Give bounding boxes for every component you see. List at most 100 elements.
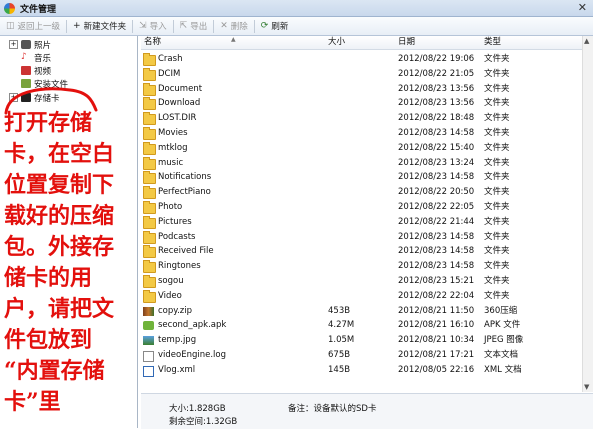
cell-type: 文件夹 bbox=[484, 68, 510, 79]
table-row[interactable]: sogou 2012/08/23 15:21 文件夹 bbox=[141, 274, 582, 289]
tree-item-video[interactable]: 视频 bbox=[9, 64, 51, 77]
tree-item-music[interactable]: ♪ 音乐 bbox=[9, 51, 51, 64]
import-label: 导入 bbox=[149, 22, 167, 32]
table-row[interactable]: music 2012/08/23 13:24 文件夹 bbox=[141, 156, 582, 171]
table-row[interactable]: Received File 2012/08/23 14:58 文件夹 bbox=[141, 244, 582, 259]
table-row[interactable]: PerfectPiano 2012/08/22 20:50 文件夹 bbox=[141, 185, 582, 200]
cell-type: 文件夹 bbox=[484, 246, 510, 257]
music-icon: ♪ bbox=[21, 52, 27, 62]
table-row[interactable]: Video 2012/08/22 22:04 文件夹 bbox=[141, 289, 582, 304]
folder-icon bbox=[143, 82, 156, 96]
folder-icon bbox=[143, 260, 156, 274]
cell-type: 文件夹 bbox=[484, 142, 510, 153]
column-header-size[interactable]: 大小 bbox=[328, 36, 345, 49]
cell-date: 2012/08/23 14:58 bbox=[398, 128, 475, 138]
xml-icon bbox=[143, 365, 154, 377]
cell-size: 145B bbox=[328, 364, 351, 375]
table-row[interactable]: DCIM 2012/08/22 21:05 文件夹 bbox=[141, 67, 582, 82]
cell-name: temp.jpg bbox=[158, 335, 197, 346]
table-row[interactable]: Ringtones 2012/08/23 14:58 文件夹 bbox=[141, 259, 582, 274]
import-button[interactable]: ⇲ 导入 bbox=[133, 18, 173, 34]
cell-date: 2012/08/23 13:56 bbox=[398, 98, 475, 109]
cell-date: 2012/08/21 17:21 bbox=[398, 350, 475, 360]
cell-type: 文件夹 bbox=[484, 231, 510, 242]
cell-type: 文件夹 bbox=[484, 98, 510, 109]
file-list: 名称 ▲ 大小 日期 类型 Crash 2012/08/22 19:06 文件夹 DC… bbox=[141, 36, 582, 392]
annotation-line: 储卡的用 bbox=[4, 265, 93, 291]
annotation-line: 卡，在空白 bbox=[4, 141, 115, 167]
column-header-date[interactable]: 日期 bbox=[398, 36, 415, 49]
annotation-line: 位置复制下 bbox=[4, 172, 115, 198]
table-row[interactable]: mtklog 2012/08/22 15:40 文件夹 bbox=[141, 141, 582, 156]
cell-type: APK 文件 bbox=[484, 320, 521, 331]
expand-icon[interactable]: + bbox=[9, 40, 18, 49]
table-row[interactable]: temp.jpg 1.05M 2012/08/21 10:34 JPEG 图像 bbox=[141, 333, 582, 348]
vertical-scrollbar[interactable]: ▲ ▼ bbox=[582, 36, 593, 392]
cell-date: 2012/08/22 22:04 bbox=[398, 290, 475, 301]
table-row[interactable]: LOST.DIR 2012/08/22 18:48 文件夹 bbox=[141, 111, 582, 126]
table-row[interactable]: Podcasts 2012/08/23 14:58 文件夹 bbox=[141, 230, 582, 245]
new-folder-label: 新建文件夹 bbox=[83, 22, 127, 32]
cell-size: 4.27M bbox=[328, 320, 355, 331]
zip-icon bbox=[143, 306, 154, 316]
annotation-line: 包。外接存 bbox=[4, 234, 115, 260]
delete-button[interactable]: ✕ 删除 bbox=[214, 18, 254, 34]
free-space: 剩余空间:1.32GB bbox=[169, 417, 238, 427]
cell-name: mtklog bbox=[158, 142, 188, 153]
refresh-button[interactable]: ⟳ 刷新 bbox=[255, 18, 295, 34]
annotation-line: “内置存储 bbox=[4, 358, 105, 384]
column-header-type[interactable]: 类型 bbox=[484, 36, 501, 49]
table-row[interactable]: Download 2012/08/23 13:56 文件夹 bbox=[141, 96, 582, 111]
back-button[interactable]: ◫ 返回上一级 bbox=[0, 18, 66, 34]
sort-up-icon: ▲ bbox=[231, 36, 236, 43]
cell-date: 2012/08/21 16:10 bbox=[398, 320, 475, 331]
folder-icon bbox=[143, 112, 156, 126]
cell-date: 2012/08/23 13:24 bbox=[398, 157, 475, 168]
scroll-down-icon[interactable]: ▼ bbox=[584, 383, 589, 391]
apk-icon bbox=[143, 321, 154, 331]
cell-date: 2012/08/23 14:58 bbox=[398, 261, 475, 272]
cell-size: 675B bbox=[328, 350, 351, 360]
close-icon[interactable]: ✕ bbox=[578, 1, 587, 14]
cell-name: sogou bbox=[158, 276, 184, 286]
column-header-name[interactable]: 名称 bbox=[144, 36, 161, 49]
table-row[interactable]: Movies 2012/08/23 14:58 文件夹 bbox=[141, 126, 582, 141]
cell-name: Pictures bbox=[158, 216, 192, 227]
cell-date: 2012/08/23 13:56 bbox=[398, 83, 475, 94]
tree-item-label: 视频 bbox=[34, 66, 52, 77]
title-bar: 文件管理 ✕ bbox=[0, 0, 593, 17]
export-icon: ⇱ bbox=[179, 21, 188, 31]
cell-name: videoEngine.log bbox=[158, 350, 227, 360]
annotation-line: 载好的压缩 bbox=[4, 203, 115, 229]
folder-icon bbox=[143, 171, 156, 185]
folder-icon bbox=[143, 230, 156, 244]
table-row[interactable]: second_apk.apk 4.27M 2012/08/21 16:10 APK 文… bbox=[141, 318, 582, 333]
export-label: 导出 bbox=[190, 22, 208, 32]
photo-icon bbox=[21, 40, 31, 49]
table-row[interactable]: videoEngine.log 675B 2012/08/21 17:21 文本文档 bbox=[141, 348, 582, 363]
folder-icon bbox=[143, 97, 156, 111]
tree-item-label: 音乐 bbox=[34, 53, 52, 64]
cell-type: 文件夹 bbox=[484, 113, 510, 124]
tree-item-photos[interactable]: + 照片 bbox=[9, 38, 51, 51]
table-row[interactable]: Photo 2012/08/22 22:05 文件夹 bbox=[141, 200, 582, 215]
table-row[interactable]: Vlog.xml 145B 2012/08/05 22:16 XML 文档 bbox=[141, 363, 582, 378]
cell-date: 2012/08/23 14:58 bbox=[398, 231, 475, 242]
back-icon: ◫ bbox=[6, 21, 15, 31]
table-row[interactable]: Pictures 2012/08/22 21:44 文件夹 bbox=[141, 215, 582, 230]
new-folder-button[interactable]: + 新建文件夹 bbox=[67, 18, 132, 34]
cell-date: 2012/08/23 14:58 bbox=[398, 172, 475, 183]
scroll-up-icon[interactable]: ▲ bbox=[584, 37, 589, 45]
annotation-line: 件包放到 bbox=[4, 327, 93, 353]
annotation-line: 户，请把文 bbox=[4, 296, 115, 322]
table-row[interactable]: Crash 2012/08/22 19:06 文件夹 bbox=[141, 52, 582, 67]
table-row[interactable]: copy.zip 453B 2012/08/21 11:50 360压缩 bbox=[141, 304, 582, 319]
cell-date: 2012/08/23 14:58 bbox=[398, 246, 475, 257]
video-icon bbox=[21, 66, 31, 75]
cell-name: Download bbox=[158, 98, 201, 109]
table-row[interactable]: Notifications 2012/08/23 14:58 文件夹 bbox=[141, 170, 582, 185]
folder-icon bbox=[143, 53, 156, 66]
export-button[interactable]: ⇱ 导出 bbox=[174, 18, 214, 34]
cell-name: DCIM bbox=[158, 68, 181, 79]
table-row[interactable]: Document 2012/08/23 13:56 文件夹 bbox=[141, 82, 582, 97]
